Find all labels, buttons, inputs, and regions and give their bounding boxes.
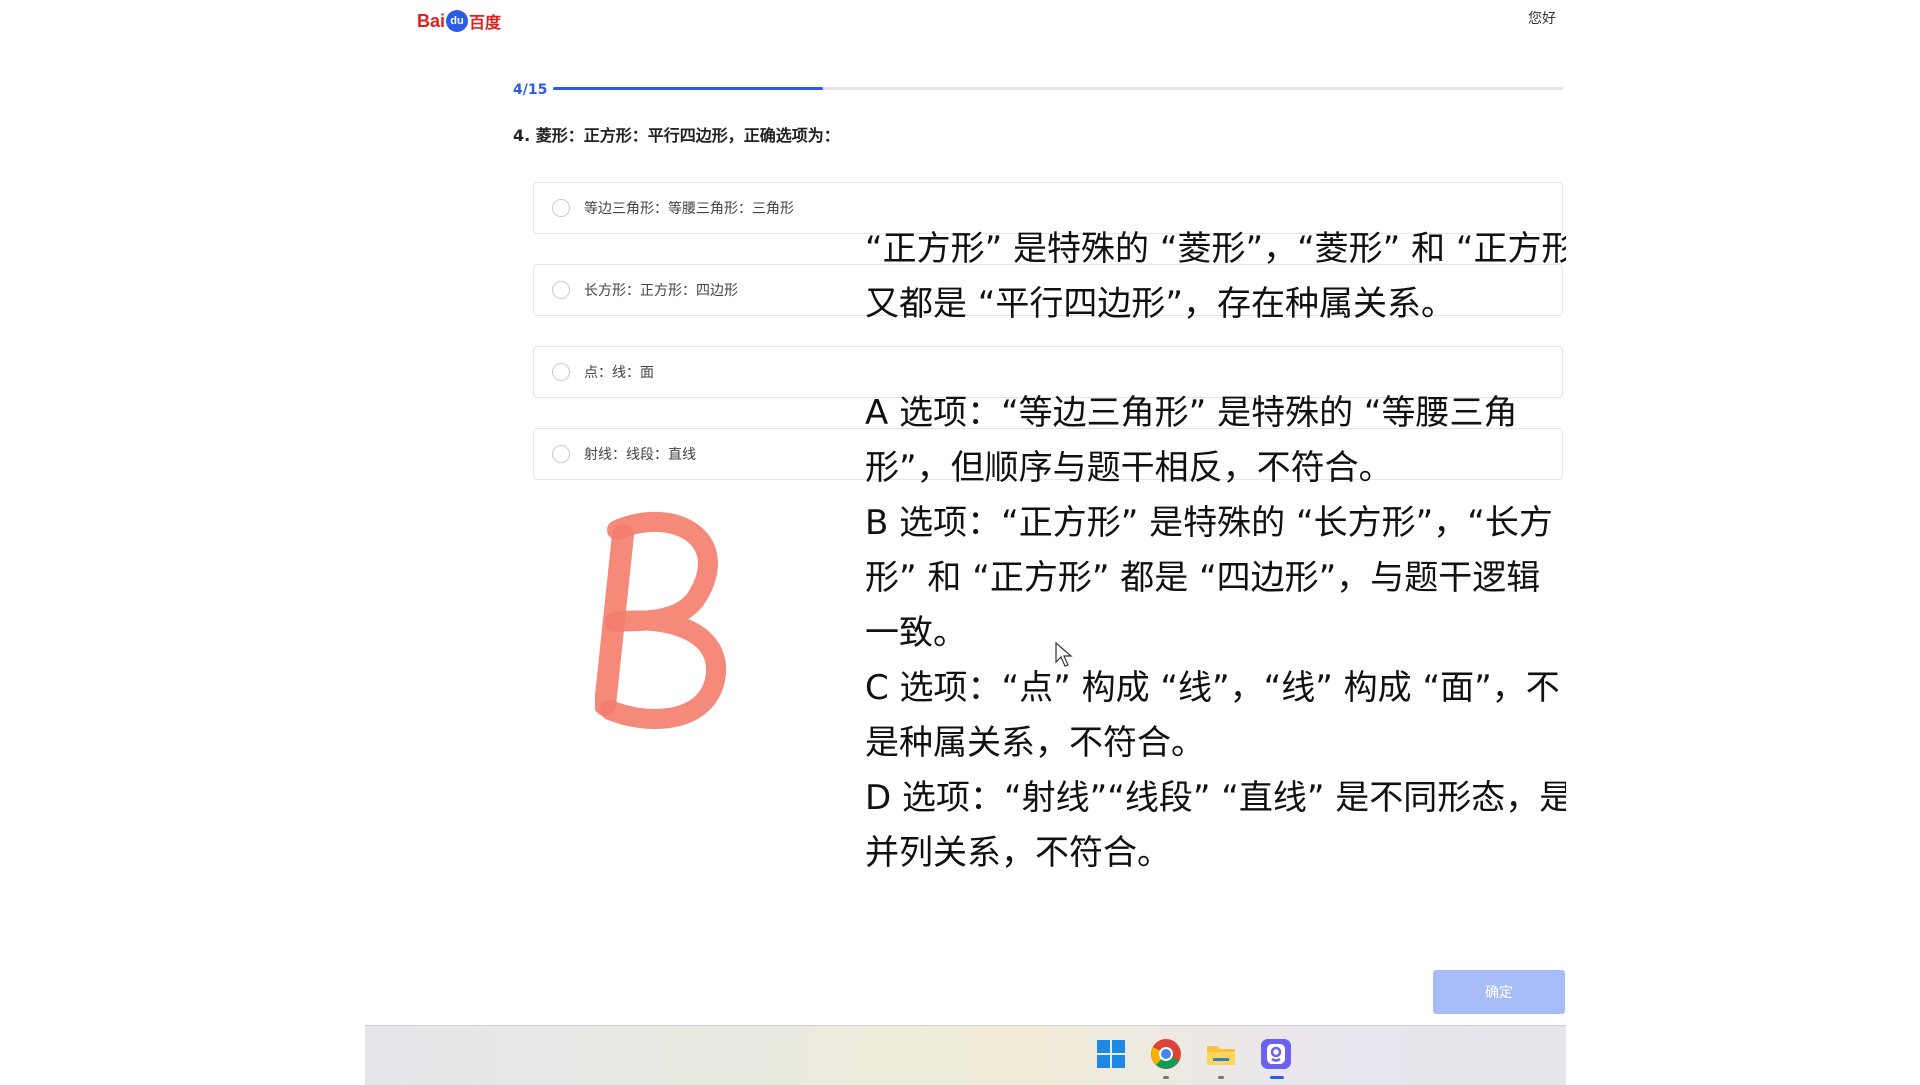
baidu-logo[interactable]: Bai du 百度 (417, 6, 501, 36)
explanation-line: A 选项：“等边三角形” 是特殊的 “等腰三角 (865, 393, 1518, 433)
explanation-line: C 选项：“点” 构成 “线”，“线” 构成 “面”，不 (865, 668, 1560, 708)
left-margin (0, 0, 365, 1080)
radio-button[interactable] (552, 281, 570, 299)
explanation-line: B 选项：“正方形” 是特殊的 “长方形”，“长方 (865, 503, 1553, 543)
explanation-line: “正方形” 是特殊的 “菱形”，“菱形” 和 “正方形” (865, 229, 1566, 269)
progress-label: 4/15 (513, 82, 548, 98)
logo-cn-text: 百度 (469, 15, 502, 32)
chrome-icon[interactable] (1150, 1038, 1182, 1070)
logo-bai-text: Bai (417, 10, 446, 31)
app-active-indicator (1270, 1076, 1284, 1079)
explanation-line: D 选项：“射线”“线段” “直线” 是不同形态，是 (865, 778, 1566, 818)
explanation-line: 一致。 (865, 613, 967, 653)
app-icon[interactable] (1260, 1038, 1292, 1070)
taskbar (365, 1025, 1566, 1085)
handwritten-b-mark (595, 511, 727, 729)
user-greeting[interactable]: 您好 (1528, 8, 1556, 28)
explanation-line: 是种属关系，不符合。 (865, 723, 1205, 763)
progress-fill (553, 87, 823, 90)
progress-bar (553, 87, 1563, 90)
explanation-options: A 选项：“等边三角形” 是特殊的 “等腰三角 形”，但顺序与题干相反，不符合。… (865, 386, 1566, 881)
explorer-running-indicator (1218, 1076, 1224, 1079)
mouse-cursor-icon (1055, 642, 1073, 667)
explanation-line: 并列关系，不符合。 (865, 833, 1171, 873)
file-explorer-icon[interactable] (1205, 1038, 1237, 1070)
option-label: 射线：线段：直线 (584, 447, 696, 463)
radio-button[interactable] (552, 445, 570, 463)
windows-start-icon[interactable] (1095, 1038, 1127, 1070)
confirm-button[interactable]: 确定 (1433, 970, 1565, 1014)
radio-button[interactable] (552, 363, 570, 381)
browser-viewport: Bai du 百度 您好 4/15 4. 菱形：正方形：平行四边形，正确选项为：… (365, 0, 1566, 1085)
right-margin (1566, 0, 1920, 1080)
explanation-intro: “正方形” 是特殊的 “菱形”，“菱形” 和 “正方形” 又都是 “平行四边形”… (865, 222, 1566, 332)
question-text: 4. 菱形：正方形：平行四边形，正确选项为： (513, 126, 840, 145)
explanation-line: 形”，但顺序与题干相反，不符合。 (865, 448, 1393, 488)
explanation-line: 形” 和 “正方形” 都是 “四边形”，与题干逻辑 (865, 558, 1541, 598)
option-label: 长方形：正方形：四边形 (584, 283, 738, 299)
paw-icon: du (446, 10, 469, 32)
explanation-line: 又都是 “平行四边形”，存在种属关系。 (865, 284, 1456, 324)
option-label: 等边三角形：等腰三角形：三角形 (584, 201, 794, 217)
radio-button[interactable] (552, 199, 570, 217)
chrome-running-indicator (1163, 1076, 1169, 1079)
option-label: 点：线：面 (584, 365, 654, 381)
